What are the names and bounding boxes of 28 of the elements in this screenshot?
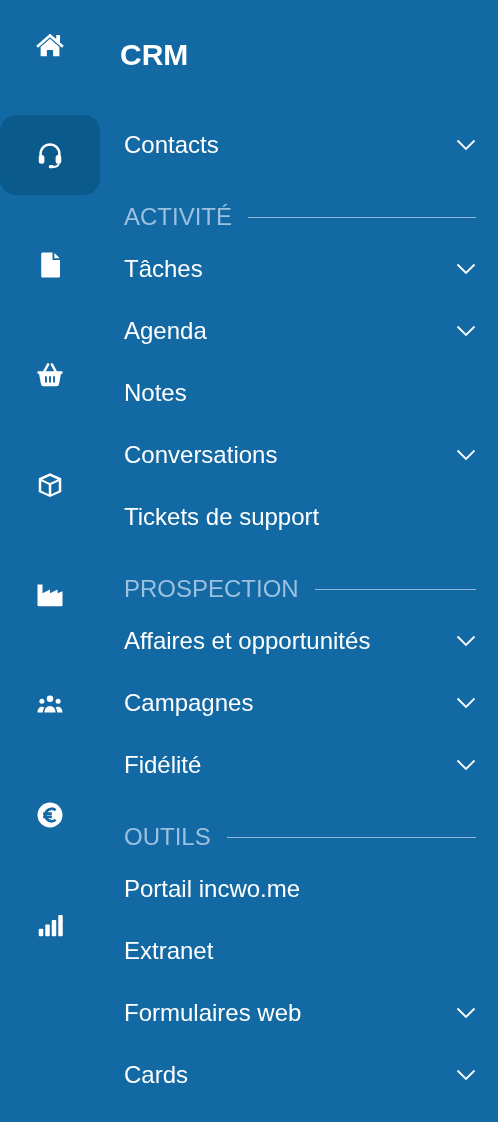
menu-item[interactable]: Extranet xyxy=(100,920,476,982)
chevron-down-icon xyxy=(456,263,476,275)
menu-item[interactable]: Campagnes xyxy=(100,672,476,734)
menu-item[interactable]: Agenda xyxy=(100,300,476,362)
menu-item[interactable]: Portail incwo.me xyxy=(100,858,476,920)
section-heading: PROSPECTION xyxy=(124,575,299,603)
section-heading: OUTILS xyxy=(124,823,211,851)
menu-title: CRM xyxy=(120,37,189,73)
menu-item[interactable]: Tâches xyxy=(100,238,476,300)
menu-item[interactable]: Formulaires web xyxy=(100,982,476,1044)
chevron-down-icon xyxy=(456,1069,476,1081)
rail-button[interactable] xyxy=(0,115,100,195)
euro-coin-icon xyxy=(35,800,65,830)
menu-item[interactable]: Tickets de support xyxy=(100,486,476,548)
chevron-down-icon xyxy=(456,635,476,647)
menu-item[interactable]: Cards xyxy=(100,1044,476,1106)
menu-item[interactable]: Affaires et opportunités xyxy=(100,610,476,672)
menu-item[interactable]: Notes xyxy=(100,362,476,424)
menu-item[interactable]: Fidélité xyxy=(100,734,476,796)
chevron-down-icon xyxy=(456,139,476,151)
chevron-down-icon xyxy=(456,449,476,461)
chevron-down-icon xyxy=(456,1007,476,1019)
chevron-down-icon xyxy=(456,759,476,771)
menu-item[interactable]: Contacts xyxy=(100,114,476,176)
chevron-down-icon xyxy=(456,325,476,337)
menu-item[interactable]: Conversations xyxy=(100,424,476,486)
chevron-down-icon xyxy=(456,697,476,709)
section-heading: ACTIVITÉ xyxy=(124,203,232,231)
